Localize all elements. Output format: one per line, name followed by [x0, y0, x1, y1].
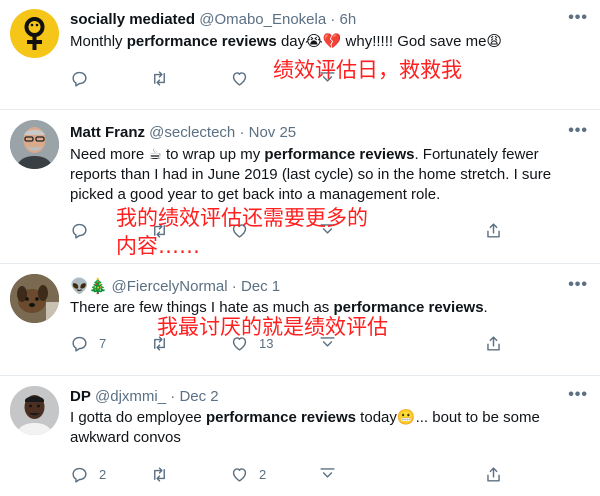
chinese-annotation-line-1: 我的绩效评估还需要更多的: [116, 206, 368, 230]
share-button[interactable]: [318, 465, 337, 484]
emoji: 😭💔: [305, 33, 342, 50]
author-handle[interactable]: @FiercelyNormal: [112, 278, 228, 295]
tweet-actions: 2 2: [70, 465, 510, 485]
highlighted-term: performance reviews: [205, 409, 357, 426]
person-photo-icon: [10, 386, 59, 435]
reply-icon: [72, 71, 87, 87]
like-count: 13: [259, 336, 274, 351]
author-handle[interactable]: @djxmmi_: [95, 388, 166, 405]
chevron-share-icon: [320, 468, 335, 478]
emoji: 😩: [486, 33, 503, 50]
separator: ·: [330, 11, 336, 28]
heart-icon: [232, 72, 247, 86]
retweet-button[interactable]: [150, 465, 179, 484]
author-handle[interactable]: @Omabo_Enokela: [199, 11, 326, 28]
timestamp[interactable]: Dec 2: [179, 388, 218, 405]
retweet-icon: [154, 71, 165, 86]
chinese-annotation: 绩效评估日，救救我: [273, 58, 462, 82]
heart-icon: [232, 337, 247, 351]
upload-icon: [487, 223, 500, 238]
text-segment: today: [356, 409, 397, 426]
more-options-icon[interactable]: •••: [568, 277, 588, 293]
upload-share-button[interactable]: [484, 465, 503, 484]
more-options-icon[interactable]: •••: [568, 387, 588, 403]
reply-icon: [72, 223, 87, 239]
separator: ·: [170, 388, 176, 405]
text-segment: .: [483, 299, 488, 316]
like-button[interactable]: 13: [230, 334, 273, 353]
more-options-icon[interactable]: •••: [568, 10, 588, 26]
avatar[interactable]: [10, 9, 59, 58]
upload-share-button[interactable]: [484, 334, 503, 353]
avatar[interactable]: [10, 274, 59, 323]
text-segment: Need more: [70, 146, 149, 163]
chinese-annotation-line-2: 内容……: [116, 234, 200, 258]
text-segment: why!!!!! God save me: [341, 33, 487, 50]
tweet-3[interactable]: 👽🎄 @FiercelyNormal · Dec 1 ••• There are…: [0, 264, 600, 374]
tweet-text: I gotta do employee performance reviews …: [70, 408, 580, 448]
author-name[interactable]: Matt Franz: [70, 124, 145, 141]
person-photo-icon: [10, 120, 59, 169]
tweet-1[interactable]: socially mediated @Omabo_Enokela · 6h ••…: [0, 0, 600, 108]
timestamp[interactable]: Nov 25: [249, 124, 297, 141]
tweet-4[interactable]: DP @djxmmi_ · Dec 2 ••• I gotta do emplo…: [0, 376, 600, 496]
text-segment: day: [276, 33, 306, 50]
avatar[interactable]: [10, 120, 59, 169]
like-button[interactable]: 2: [230, 465, 266, 484]
reply-icon: [72, 336, 87, 352]
reply-count: 7: [99, 336, 107, 351]
reply-icon: [72, 467, 87, 483]
author-name[interactable]: DP: [70, 388, 91, 405]
timestamp[interactable]: 6h: [340, 11, 357, 28]
timestamp[interactable]: Dec 1: [241, 278, 280, 295]
dog-photo-icon: [10, 274, 59, 323]
retweet-button[interactable]: [150, 334, 179, 353]
emoji: 😬: [396, 409, 416, 426]
reply-button[interactable]: 7: [70, 334, 106, 353]
like-button[interactable]: [230, 69, 259, 88]
retweet-icon: [154, 336, 165, 351]
avatar[interactable]: [10, 386, 59, 435]
tweet-2[interactable]: Matt Franz @seclectech · Nov 25 ••• Need…: [0, 110, 600, 262]
text-segment: I gotta do employee: [70, 409, 206, 426]
upload-icon: [487, 336, 500, 351]
separator: ·: [231, 278, 237, 295]
text-segment: Monthly: [70, 33, 127, 50]
tweet-actions: 7 13: [70, 334, 510, 354]
upload-icon: [487, 467, 500, 482]
like-count: 2: [259, 467, 267, 482]
retweet-button[interactable]: [150, 69, 179, 88]
more-options-icon[interactable]: •••: [568, 123, 588, 139]
reply-count: 2: [99, 467, 107, 482]
name-emoji[interactable]: 👽🎄: [70, 278, 107, 295]
separator: ·: [239, 124, 245, 141]
tweet-text: Monthly performance reviews day😭💔 why!!!…: [70, 32, 580, 52]
reply-button[interactable]: [70, 221, 99, 240]
upload-share-button[interactable]: [484, 221, 503, 240]
author-handle[interactable]: @seclectech: [149, 124, 235, 141]
author-name[interactable]: socially mediated: [70, 11, 195, 28]
reply-button[interactable]: 2: [70, 465, 106, 484]
female-symbol-icon: [24, 17, 45, 50]
heart-icon: [232, 468, 247, 482]
share-button[interactable]: [318, 334, 337, 353]
tweet-text: Need more ☕ to wrap up my performance re…: [70, 145, 580, 205]
emoji: ☕: [148, 146, 162, 163]
highlighted-term: performance reviews: [264, 146, 415, 163]
chevron-share-icon: [320, 337, 335, 347]
text-segment: to wrap up my: [161, 146, 265, 163]
highlighted-term: performance reviews: [126, 33, 277, 50]
reply-button[interactable]: [70, 69, 99, 88]
retweet-icon: [154, 467, 165, 482]
